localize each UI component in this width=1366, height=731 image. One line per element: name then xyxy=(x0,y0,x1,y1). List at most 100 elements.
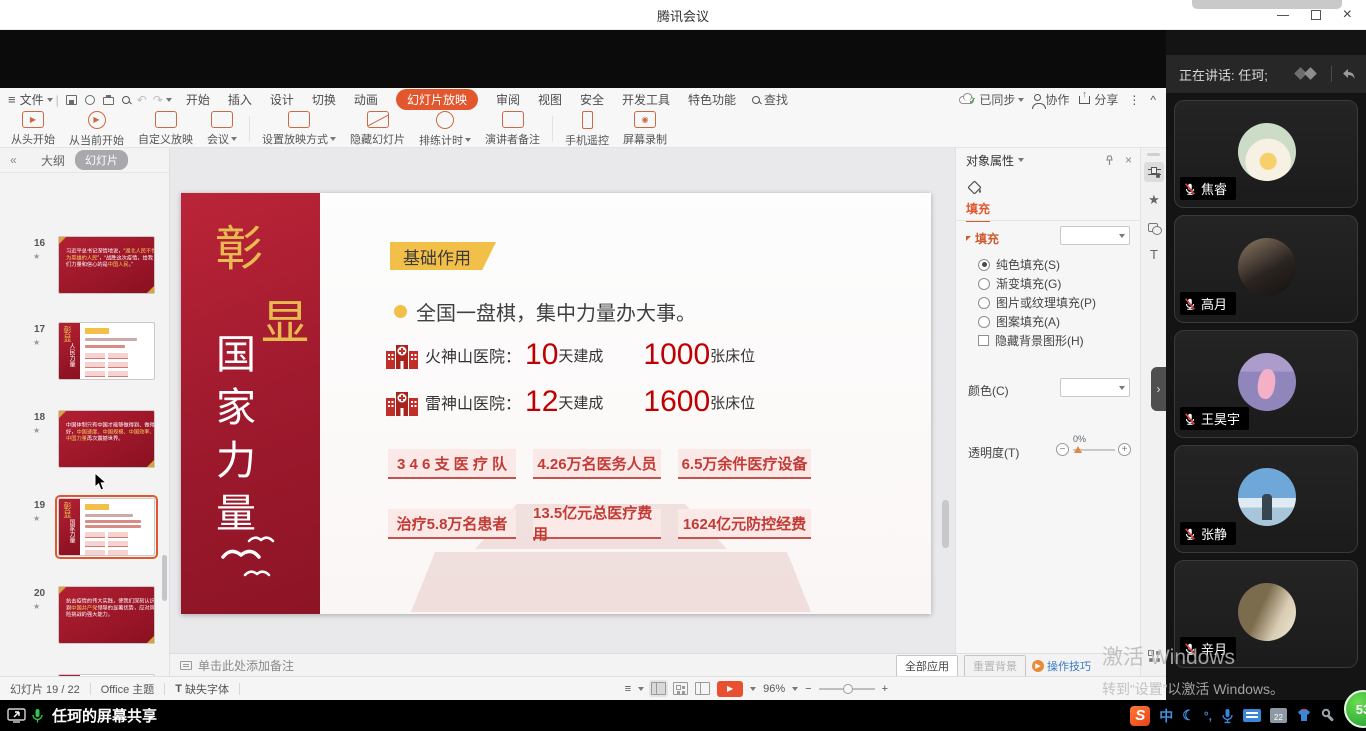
close-icon[interactable]: × xyxy=(1343,7,1352,23)
ime-skin-icon[interactable] xyxy=(1296,708,1312,723)
transparency-slider[interactable]: − 0% + xyxy=(1056,440,1132,460)
collaborate-button[interactable]: 协作 xyxy=(1034,91,1069,108)
collapse-panel-icon[interactable]: « xyxy=(10,153,17,167)
undo-icon[interactable]: ↶ xyxy=(137,93,147,107)
ribbon-tab-transition[interactable]: 切换 xyxy=(312,91,336,108)
presenter-notes-button[interactable]: 演讲者备注 xyxy=(478,111,547,147)
save-icon[interactable] xyxy=(66,95,77,105)
fill-style-dropdown[interactable] xyxy=(1060,226,1130,245)
minimize-icon[interactable] xyxy=(1277,15,1289,16)
slider-knob[interactable] xyxy=(1074,446,1082,453)
ribbon-tab-insert[interactable]: 插入 xyxy=(228,91,252,108)
fill-tab[interactable]: 填充 xyxy=(966,200,990,222)
print-preview-icon[interactable] xyxy=(122,96,130,104)
custom-show-button[interactable]: 自定义放映 xyxy=(131,111,200,147)
collapse-ribbon-icon[interactable]: ^ xyxy=(1150,93,1156,107)
slide-thumb-20[interactable]: 抗击疫情的伟大实践，使我们深刻认识到中国共产党领导的显著优势，应对风险挑战的强大… xyxy=(58,586,155,644)
share-button[interactable]: ↑ 分享 xyxy=(1079,91,1118,108)
color-dropdown[interactable] xyxy=(1060,378,1130,397)
ribbon-tab-view[interactable]: 视图 xyxy=(538,91,562,108)
apply-all-button[interactable]: 全部应用 xyxy=(896,655,958,677)
hide-slide-button[interactable]: 隐藏幻灯片 xyxy=(343,111,412,147)
export-icon[interactable] xyxy=(85,95,95,105)
halfwidth-moon-icon[interactable]: ☾ xyxy=(1182,707,1195,724)
ime-toolbox-icon[interactable] xyxy=(1321,708,1336,723)
back-arrow-icon[interactable] xyxy=(1340,67,1356,81)
layout-grid-icon[interactable] xyxy=(1144,646,1164,666)
ime-mic-icon[interactable] xyxy=(1221,708,1234,724)
rehearse-timing-button[interactable]: 排练计时 xyxy=(412,111,478,148)
phone-remote-button[interactable]: 手机遥控 xyxy=(558,111,616,148)
zoom-in-icon[interactable]: + xyxy=(882,683,888,695)
file-menu[interactable]: 文件 xyxy=(20,91,44,108)
ribbon-tab-security[interactable]: 安全 xyxy=(580,91,604,108)
close-panel-icon[interactable]: × xyxy=(1125,153,1132,167)
reset-background-button[interactable]: 重置背景 xyxy=(964,655,1026,677)
ime-user-badge[interactable]: 22 xyxy=(1270,708,1287,723)
sidebar-scrollbar[interactable] xyxy=(162,555,167,601)
slide-thumb-18[interactable]: 中国体制只有中国才能够做得到、做得好，中国速度、中国规模、中国效率、中国力量再次… xyxy=(58,410,155,468)
layout-switch-icon[interactable] xyxy=(1293,66,1323,82)
menu-icon[interactable]: ≡ xyxy=(8,92,16,107)
slide-thumb-19-selected[interactable]: 彰显国家力量 xyxy=(58,498,155,556)
normal-view-icon[interactable] xyxy=(651,682,666,695)
increase-icon[interactable]: + xyxy=(1118,443,1131,456)
from-current-button[interactable]: ▶从当前开始 xyxy=(62,111,131,148)
slide-sorter-icon[interactable] xyxy=(673,682,688,695)
pin-icon[interactable] xyxy=(1104,155,1115,166)
participant-tile[interactable]: 王昊宇 xyxy=(1174,330,1358,438)
notes-bar[interactable]: 单击此处添加备注 全部应用 重置背景 ▶操作技巧 xyxy=(170,653,1140,676)
effects-star-icon[interactable]: ★ xyxy=(1144,190,1164,210)
maximize-icon[interactable] xyxy=(1311,10,1321,20)
radio-pattern-fill[interactable]: 图案填充(A) xyxy=(978,313,1060,330)
slide-canvas[interactable]: 彰 显 国家力量 基础作用 全国一盘棋，集中力量办大事。 xyxy=(181,193,931,614)
shapes-strip-icon[interactable] xyxy=(1144,218,1164,238)
missing-font-warning[interactable]: T缺失字体 xyxy=(175,681,229,697)
properties-strip-icon[interactable] xyxy=(1144,162,1164,182)
punctuation-toggle-icon[interactable]: °, xyxy=(1204,709,1212,723)
screen-share-banner[interactable]: 任珂的屏幕共享 xyxy=(52,705,157,726)
from-beginning-button[interactable]: ▶从头开始 xyxy=(4,111,62,147)
sogou-ime-icon[interactable]: S xyxy=(1130,706,1150,726)
file-caret-icon[interactable] xyxy=(47,98,53,102)
zoom-knob[interactable] xyxy=(843,684,853,694)
reading-view-icon[interactable] xyxy=(695,682,710,695)
screen-record-button[interactable]: ◉屏幕录制 xyxy=(616,111,674,147)
checkbox-hide-background[interactable]: 隐藏背景图形(H) xyxy=(978,332,1084,349)
redo-icon[interactable]: ↷ xyxy=(153,93,163,107)
radio-picture-fill[interactable]: 图片或纹理填充(P) xyxy=(978,294,1096,311)
synced-button[interactable]: ✓ 已同步 xyxy=(959,91,1025,108)
meeting-top-toolbar-collapsed[interactable] xyxy=(1192,0,1342,9)
ribbon-tab-devtools[interactable]: 开发工具 xyxy=(622,91,670,108)
participant-tile[interactable]: 辛月 xyxy=(1174,560,1358,668)
slideshow-play-button[interactable]: ▶ xyxy=(717,681,743,697)
tips-link[interactable]: ▶操作技巧 xyxy=(1032,658,1091,674)
tab-slides[interactable]: 幻灯片 xyxy=(75,150,128,170)
ribbon-tab-slideshow[interactable]: 幻灯片放映 xyxy=(396,89,478,110)
radio-solid-fill[interactable]: 纯色填充(S) xyxy=(978,256,1060,273)
text-tool-icon[interactable]: T xyxy=(1144,244,1164,264)
ribbon-tab-features[interactable]: 特色功能 xyxy=(688,91,736,108)
tab-outline[interactable]: 大纲 xyxy=(41,152,65,169)
soft-keyboard-icon[interactable] xyxy=(1243,709,1261,722)
zoom-slider[interactable] xyxy=(819,688,875,690)
ribbon-tab-animation[interactable]: 动画 xyxy=(354,91,378,108)
ribbon-tab-review[interactable]: 审阅 xyxy=(496,91,520,108)
zoom-out-icon[interactable]: − xyxy=(805,683,811,695)
panel-collapse-handle[interactable]: › xyxy=(1151,367,1166,411)
quickbar-caret-icon[interactable] xyxy=(166,98,172,102)
find-button[interactable]: 查找 xyxy=(752,91,788,108)
meeting-button[interactable]: 会议 xyxy=(200,111,244,147)
notes-toggle-icon[interactable]: ≡ xyxy=(625,683,631,695)
strip-handle[interactable] xyxy=(1147,153,1160,156)
radio-gradient-fill[interactable]: 渐变填充(G) xyxy=(978,275,1061,292)
theme-name[interactable]: Office 主题 xyxy=(101,681,155,697)
ribbon-tab-home[interactable]: 开始 xyxy=(186,91,210,108)
slide-thumb-16[interactable]: 习近平总书记深情地说，“湖北人民不愧为英雄的人民”，“战胜这次疫情，给我们力量和… xyxy=(58,236,155,294)
slide-thumb-17[interactable]: 彰显人民力量 xyxy=(58,322,155,380)
print-icon[interactable] xyxy=(103,95,114,105)
editor-scrollbar[interactable] xyxy=(942,500,949,548)
participant-tile[interactable]: 高月 xyxy=(1174,215,1358,323)
ime-language-toggle[interactable]: 中 xyxy=(1159,706,1173,726)
ribbon-tab-design[interactable]: 设计 xyxy=(270,91,294,108)
